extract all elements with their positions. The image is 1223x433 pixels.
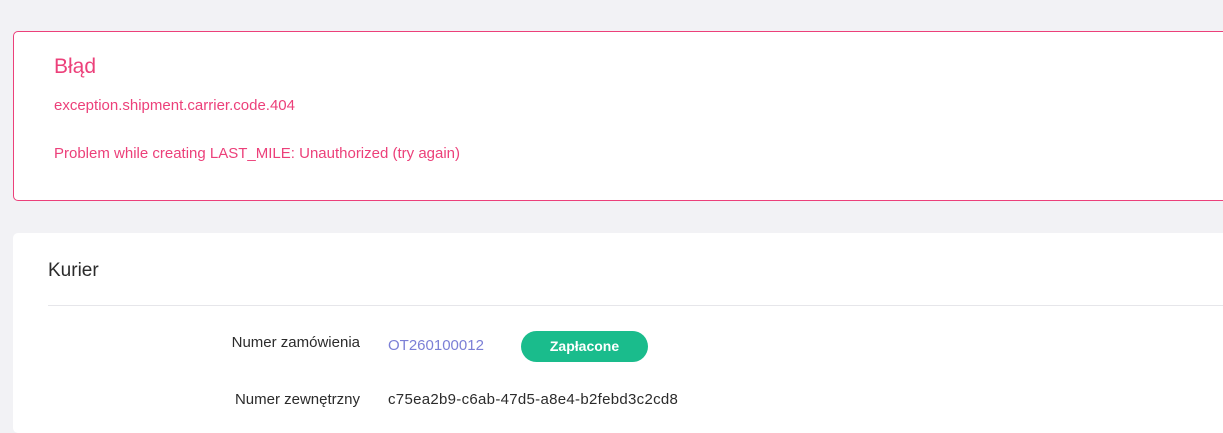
error-message: Problem while creating LAST_MILE: Unauth… <box>54 145 461 162</box>
error-title: Błąd <box>54 55 97 78</box>
status-badge: Zapłacone <box>521 331 648 362</box>
error-alert: Błąd exception.shipment.carrier.code.404… <box>13 31 1223 201</box>
external-number-label: Numer zewnętrzny <box>234 391 360 408</box>
order-number-label: Numer zamówienia <box>231 334 360 351</box>
order-number-link[interactable]: OT260100012 <box>388 337 484 354</box>
error-code: exception.shipment.carrier.code.404 <box>54 97 295 114</box>
courier-panel: Kurier Numer zamówienia OT260100012 Zapł… <box>13 233 1223 433</box>
courier-title: Kurier <box>48 260 99 281</box>
external-number-value: c75ea2b9-c6ab-47d5-a8e4-b2febd3c2cd8 <box>388 391 679 408</box>
section-divider <box>48 305 1223 306</box>
